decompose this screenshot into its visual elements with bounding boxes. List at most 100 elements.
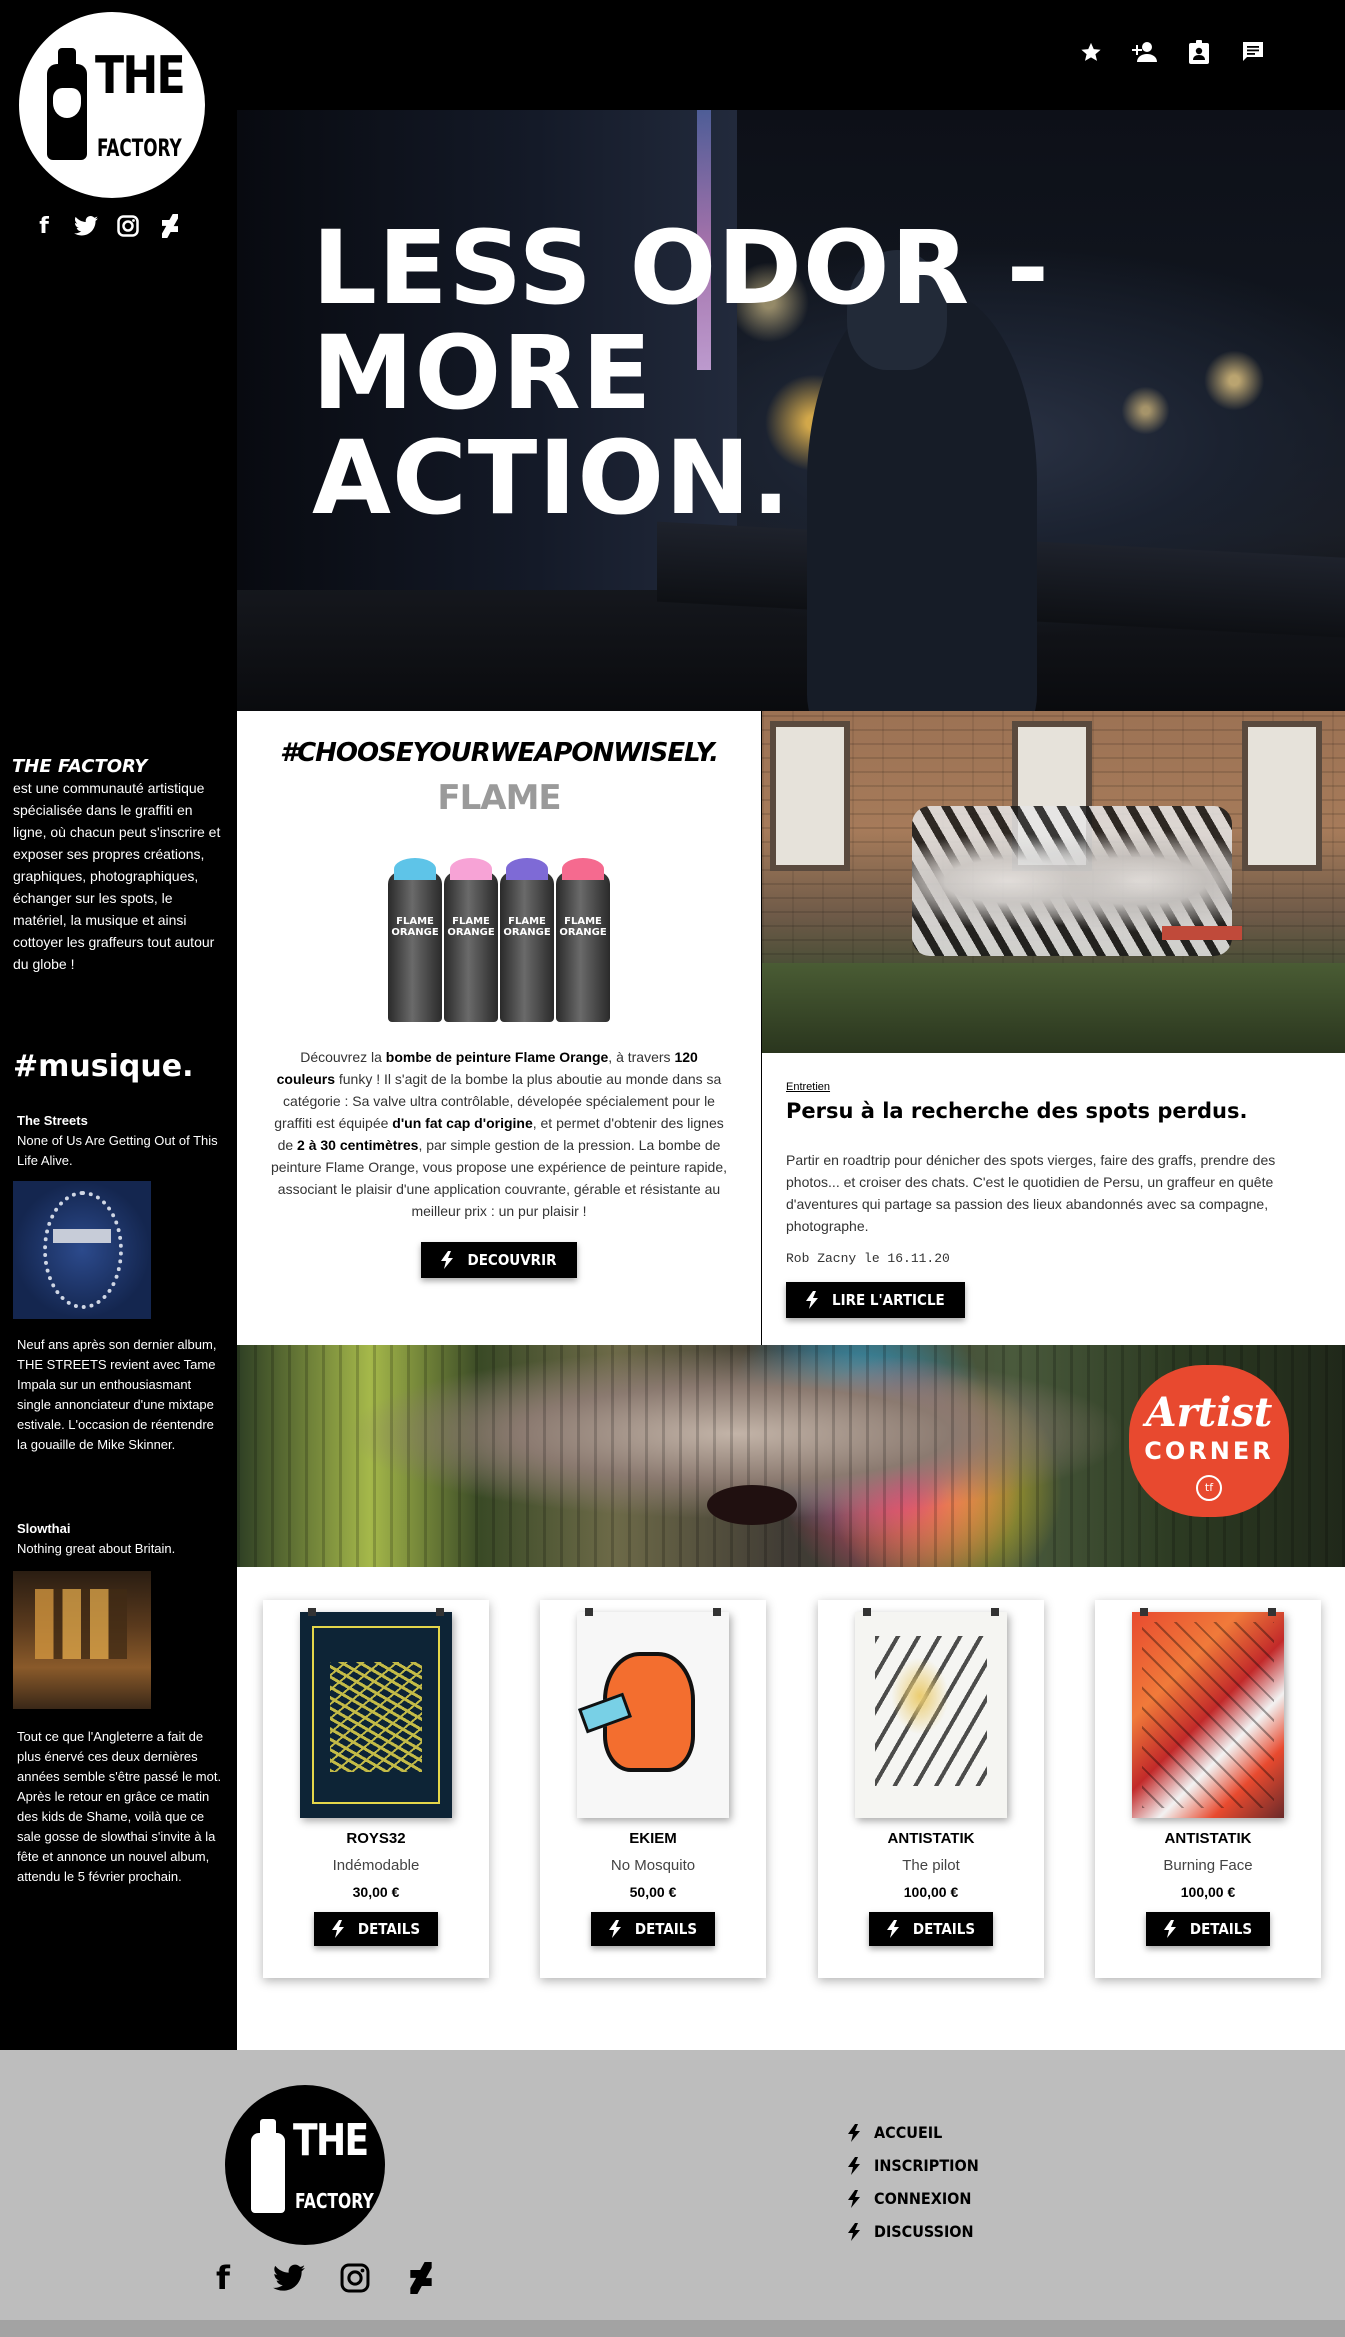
article-excerpt: Partir en roadtrip pour dénicher des spo… bbox=[786, 1152, 1276, 1234]
lightning-icon bbox=[806, 1291, 818, 1309]
discover-button-label: DECOUVRIR bbox=[467, 1251, 557, 1269]
details-button[interactable]: DETAILS bbox=[590, 1912, 716, 1946]
read-article-button[interactable]: LIRE L'ARTICLE bbox=[786, 1282, 965, 1318]
footer-nav-inscription[interactable]: INSCRIPTION bbox=[848, 2149, 979, 2182]
product-card: ANTISTATIK Burning Face 100,00 € DETAILS bbox=[1095, 1600, 1321, 1978]
footer-nav-discussion[interactable]: DISCUSSION bbox=[848, 2215, 979, 2248]
logo-factory: FACTORY bbox=[97, 134, 182, 162]
badge-line: CORNER bbox=[1144, 1437, 1274, 1465]
lightning-icon bbox=[848, 2222, 860, 2241]
twitter-icon[interactable] bbox=[271, 2260, 307, 2296]
details-button-label: DETAILS bbox=[357, 1920, 421, 1938]
lightning-icon bbox=[441, 1251, 454, 1269]
promo-description: Découvrez la bombe de peinture Flame Ora… bbox=[270, 1049, 728, 1219]
footer-nav-label: INSCRIPTION bbox=[874, 2156, 979, 2175]
details-button[interactable]: DETAILS bbox=[868, 1912, 994, 1946]
lightning-icon bbox=[886, 1920, 899, 1938]
artwork-image[interactable] bbox=[1132, 1608, 1284, 1818]
article-category[interactable]: Entretien bbox=[786, 1081, 1326, 1093]
logo-the: THE bbox=[95, 46, 186, 106]
details-button[interactable]: DETAILS bbox=[313, 1912, 439, 1946]
product-artist: ROYS32 bbox=[346, 1830, 406, 1847]
product-title: Indémodable bbox=[332, 1857, 420, 1874]
lightning-icon bbox=[1163, 1920, 1176, 1938]
sidebar-description: est une communauté artistique spécialisé… bbox=[13, 780, 221, 972]
profile-badge-icon[interactable] bbox=[1183, 38, 1215, 66]
track-header: Slowthai Nothing great about Britain. bbox=[17, 1519, 223, 1559]
track-title: None of Us Are Getting Out of This Life … bbox=[17, 1133, 218, 1168]
lightning-icon bbox=[608, 1920, 621, 1938]
discover-button[interactable]: DECOUVRIR bbox=[421, 1242, 577, 1278]
top-toolbar bbox=[1075, 38, 1269, 66]
product-card: EKIEM No Mosquito 50,00 € DETAILS bbox=[540, 1600, 766, 1978]
footer-nav: ACCUEIL INSCRIPTION CONNEXION DISCUSSION bbox=[848, 2116, 979, 2248]
badge-mark: tf bbox=[1196, 1475, 1222, 1501]
artwork-image[interactable] bbox=[855, 1608, 1007, 1818]
social-links: f bbox=[32, 212, 182, 240]
details-button-label: DETAILS bbox=[634, 1920, 698, 1938]
footer: THE FACTORY f ACCUEIL INSCRIPTION CONNEX… bbox=[0, 2050, 1345, 2320]
flame-logo: FLAME bbox=[437, 778, 561, 818]
facebook-icon[interactable]: f bbox=[205, 2259, 241, 2297]
product-title: Burning Face bbox=[1163, 1857, 1253, 1874]
hero-title-line: ACTION. bbox=[312, 419, 792, 539]
product-grid: ROYS32 Indémodable 30,00 € DETAILS EKIEM… bbox=[237, 1567, 1345, 2050]
track-description: Neuf ans après son dernier album, THE ST… bbox=[17, 1337, 217, 1452]
hero-title-line: LESS ODOR - bbox=[312, 209, 1050, 328]
music-heading: #musique. bbox=[13, 1049, 194, 1084]
product-price: 100,00 € bbox=[903, 1884, 959, 1900]
product-artist: ANTISTATIK bbox=[887, 1830, 975, 1847]
track-header: The Streets None of Us Are Getting Out o… bbox=[17, 1111, 223, 1171]
lightning-icon bbox=[848, 2123, 860, 2142]
instagram-icon[interactable] bbox=[116, 212, 140, 240]
track-artist: The Streets bbox=[17, 1113, 88, 1128]
facebook-icon[interactable]: f bbox=[32, 212, 56, 240]
deviantart-icon[interactable] bbox=[403, 2260, 439, 2296]
chat-icon[interactable] bbox=[1237, 38, 1269, 66]
details-button[interactable]: DETAILS bbox=[1145, 1912, 1271, 1946]
footer-nav-connexion[interactable]: CONNEXION bbox=[848, 2182, 979, 2215]
details-button-label: DETAILS bbox=[912, 1920, 976, 1938]
album-cover[interactable] bbox=[13, 1571, 151, 1709]
product-artist: ANTISTATIK bbox=[1164, 1830, 1252, 1847]
hero-title: LESS ODOR - MORE ACTION. bbox=[312, 216, 1050, 531]
lightning-icon bbox=[848, 2156, 860, 2175]
track-title: Nothing great about Britain. bbox=[17, 1541, 176, 1556]
sidebar-title: THE FACTORY bbox=[12, 756, 148, 777]
site-logo[interactable]: THE FACTORY bbox=[19, 12, 205, 198]
badge-line: Artist bbox=[1145, 1389, 1273, 1436]
twitter-icon[interactable] bbox=[74, 212, 98, 240]
artwork-image[interactable] bbox=[577, 1608, 729, 1818]
hero-title-line: MORE bbox=[312, 314, 653, 434]
read-article-button-label: LIRE L'ARTICLE bbox=[832, 1291, 945, 1309]
product-title: The pilot bbox=[902, 1857, 960, 1874]
footer-nav-label: CONNEXION bbox=[874, 2189, 972, 2208]
logo-factory: FACTORY bbox=[295, 2189, 374, 2213]
product-price: 30,00 € bbox=[352, 1884, 400, 1900]
instagram-icon[interactable] bbox=[337, 2260, 373, 2296]
footer-nav-accueil[interactable]: ACCUEIL bbox=[848, 2116, 979, 2149]
promo-tagline: #CHOOSEYOURWEAPONWISELY. bbox=[280, 738, 719, 768]
artist-corner-badge[interactable]: Artist CORNER tf bbox=[1129, 1365, 1289, 1517]
album-cover[interactable] bbox=[13, 1181, 151, 1319]
details-button-label: DETAILS bbox=[1189, 1920, 1253, 1938]
artwork-image[interactable] bbox=[300, 1608, 452, 1818]
product-promo: #CHOOSEYOURWEAPONWISELY. FLAME FLAME ORA… bbox=[237, 711, 761, 1345]
product-card: ROYS32 Indémodable 30,00 € DETAILS bbox=[263, 1600, 489, 1978]
deviantart-icon[interactable] bbox=[158, 212, 182, 240]
spray-can-icon bbox=[47, 48, 87, 160]
artist-corner-banner: Artist CORNER tf bbox=[237, 1345, 1345, 1567]
article-byline: Rob Zacny le 16.11.20 bbox=[786, 1251, 950, 1266]
article-image[interactable] bbox=[762, 711, 1345, 1053]
product-artist: EKIEM bbox=[629, 1830, 677, 1847]
product-title: No Mosquito bbox=[610, 1857, 696, 1874]
article-card: Entretien Persu à la recherche des spots… bbox=[761, 711, 1345, 1345]
add-user-icon[interactable] bbox=[1129, 38, 1161, 66]
sidebar: THE FACTORY est une communauté artistiqu… bbox=[0, 711, 237, 2050]
footer-nav-label: DISCUSSION bbox=[874, 2222, 974, 2241]
article-title[interactable]: Persu à la recherche des spots perdus. bbox=[786, 1099, 1326, 1123]
product-price: 50,00 € bbox=[629, 1884, 677, 1900]
lightning-icon bbox=[331, 1920, 344, 1938]
star-icon[interactable] bbox=[1075, 38, 1107, 66]
footer-logo[interactable]: THE FACTORY bbox=[225, 2085, 385, 2245]
